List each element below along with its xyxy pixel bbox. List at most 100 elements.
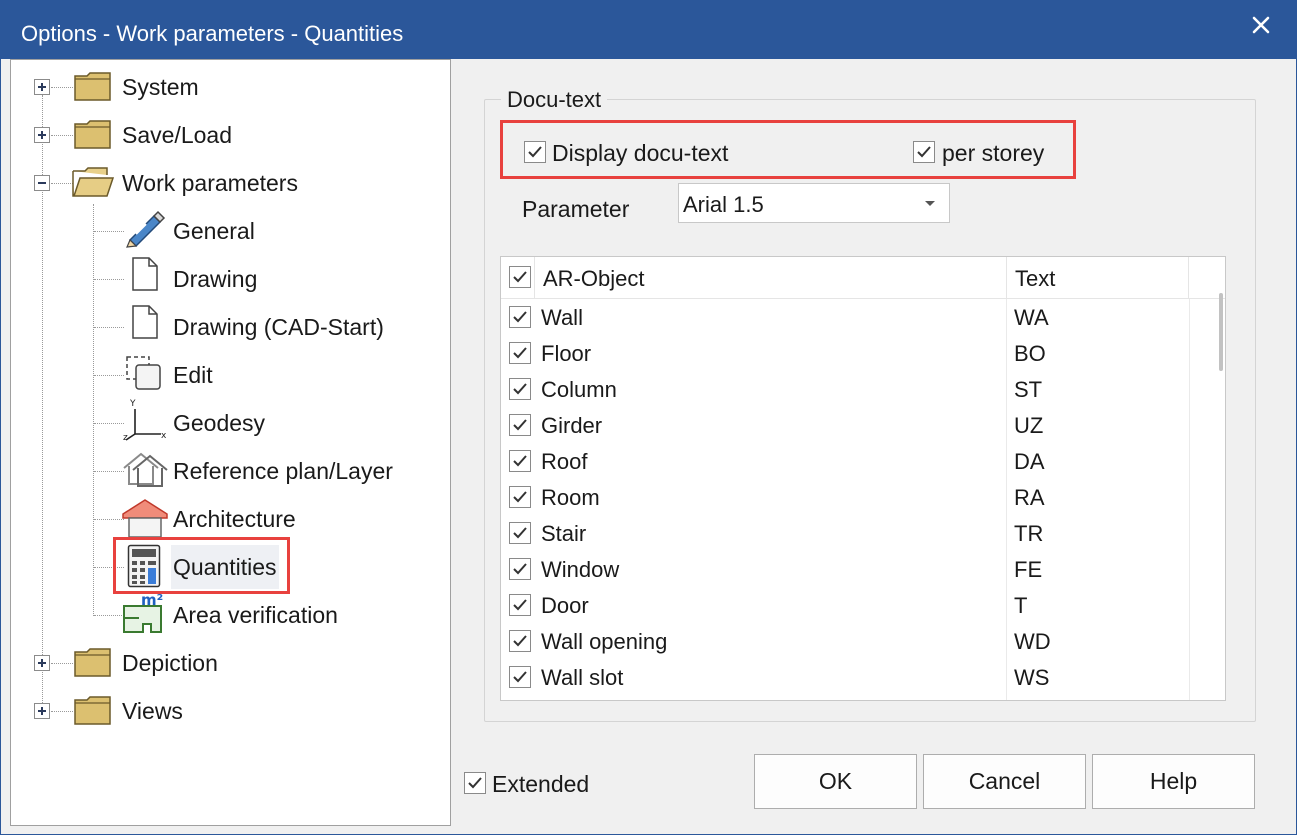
table-row[interactable]: Window FE — [501, 553, 1191, 589]
checkmark-icon — [468, 777, 482, 789]
document-icon — [132, 257, 158, 291]
tree-item-label: Drawing (CAD-Start) — [173, 313, 384, 340]
cancel-button[interactable]: Cancel — [923, 754, 1086, 809]
tree-item-label: Reference plan/Layer — [173, 457, 393, 484]
expand-depiction-toggle[interactable] — [34, 655, 50, 671]
reference-house-icon — [123, 452, 168, 487]
ar-object-cell: Door — [541, 593, 589, 618]
table-row[interactable]: Stair TR — [501, 517, 1191, 553]
close-button[interactable] — [1224, 1, 1297, 49]
list-header: AR-Object Text — [501, 257, 1225, 299]
ar-object-cell: Window — [541, 557, 620, 582]
row-checkbox[interactable] — [509, 522, 531, 544]
row-checkbox[interactable] — [509, 486, 531, 508]
tree-item-geodesy[interactable]: Geodesy — [171, 401, 267, 445]
close-icon — [1252, 16, 1270, 34]
area-m2-icon: m² — [123, 591, 163, 633]
row-checkbox[interactable] — [509, 378, 531, 400]
tree-item-save-load[interactable]: Save/Load — [120, 113, 234, 157]
table-row[interactable]: Column ST — [501, 373, 1191, 409]
expand-save-load-toggle[interactable] — [34, 127, 50, 143]
ar-object-list[interactable]: AR-Object Text Wall WA Floor BO Column ST Gird… — [500, 256, 1226, 701]
expand-system-toggle[interactable] — [34, 79, 50, 95]
expand-views-toggle[interactable] — [34, 703, 50, 719]
row-checkbox[interactable] — [509, 630, 531, 652]
table-row[interactable]: Roof DA — [501, 445, 1191, 481]
table-row[interactable]: Room RA — [501, 481, 1191, 517]
table-row[interactable]: Wall WA — [501, 301, 1191, 337]
row-checkbox[interactable] — [509, 666, 531, 688]
table-row[interactable]: Door T — [501, 589, 1191, 625]
table-row[interactable]: Floor BO — [501, 337, 1191, 373]
text-cell[interactable]: DA — [1014, 449, 1045, 475]
tree-item-depiction[interactable]: Depiction — [120, 641, 220, 685]
row-checkbox[interactable] — [509, 594, 531, 616]
tree-item-label: General — [173, 217, 255, 244]
ar-object-column-header[interactable]: AR-Object — [535, 257, 1007, 299]
window-title: Options - Work parameters - Quantities — [21, 21, 404, 46]
row-checkbox[interactable] — [509, 450, 531, 472]
tree-item-reference-plan-layer[interactable]: Reference plan/Layer — [171, 449, 395, 493]
text-cell[interactable]: WA — [1014, 305, 1049, 331]
checkmark-icon — [513, 635, 527, 647]
help-button[interactable]: Help — [1092, 754, 1255, 809]
ar-object-cell: Stair — [541, 521, 587, 546]
checkmark-icon — [513, 599, 527, 611]
text-column-header[interactable]: Text — [1007, 257, 1189, 299]
tree-item-label: System — [122, 73, 199, 100]
text-cell[interactable]: WS — [1014, 665, 1049, 691]
tree-item-label: Depiction — [122, 649, 218, 676]
text-cell[interactable]: RA — [1014, 485, 1045, 511]
tree-item-architecture[interactable]: Architecture — [171, 497, 298, 541]
text-cell[interactable]: BO — [1014, 341, 1046, 367]
folder-icon — [74, 120, 111, 149]
document-icon — [132, 305, 158, 339]
extended-label[interactable]: Extended — [492, 771, 589, 798]
quantities-highlight-frame — [113, 537, 290, 594]
ar-object-cell: Column — [541, 377, 617, 402]
row-checkbox[interactable] — [509, 558, 531, 580]
options-tree[interactable]: System Save/Load Work parameters General… — [10, 59, 451, 826]
row-checkbox[interactable] — [509, 306, 531, 328]
text-cell[interactable]: FE — [1014, 557, 1042, 583]
ar-object-cell: Roof — [541, 449, 588, 474]
tree-item-label: Geodesy — [173, 409, 266, 436]
text-cell[interactable]: TR — [1014, 521, 1043, 547]
checkmark-icon — [513, 347, 527, 359]
axes-icon: Y z x — [123, 399, 167, 442]
text-cell[interactable]: WD — [1014, 629, 1051, 655]
options-dialog: Options - Work parameters - Quantities S… — [0, 0, 1297, 835]
tree-item-label: Edit — [173, 361, 213, 388]
svg-text:Y: Y — [129, 399, 136, 409]
ar-object-cell: Room — [541, 485, 600, 510]
tree-item-general[interactable]: General — [171, 209, 257, 253]
checkmark-icon — [513, 455, 527, 467]
extended-checkbox[interactable] — [464, 772, 486, 794]
table-row[interactable]: Wall opening WD — [501, 625, 1191, 661]
ok-button[interactable]: OK — [754, 754, 917, 809]
table-row[interactable]: Wall slot WS — [501, 661, 1191, 697]
parameter-dropdown[interactable]: Arial 1.5 — [678, 183, 950, 223]
table-row[interactable]: Girder UZ — [501, 409, 1191, 445]
row-checkbox[interactable] — [509, 414, 531, 436]
tree-item-drawing-cad-start[interactable]: Drawing (CAD-Start) — [171, 305, 386, 349]
folder-open-icon — [72, 167, 115, 197]
tree-item-label: Drawing — [173, 265, 258, 292]
parameter-label: Parameter — [522, 196, 630, 222]
text-cell[interactable]: T — [1014, 593, 1027, 619]
tree-item-area-verification[interactable]: Area verification — [171, 593, 340, 637]
ar-object-cell: Wall opening — [541, 629, 668, 654]
text-cell[interactable]: UZ — [1014, 413, 1043, 439]
tree-item-drawing[interactable]: Drawing — [171, 257, 259, 301]
row-checkbox[interactable] — [509, 342, 531, 364]
collapse-work-parameters-toggle[interactable] — [34, 175, 50, 191]
text-cell[interactable]: ST — [1014, 377, 1042, 403]
tree-item-work-parameters[interactable]: Work parameters — [120, 161, 300, 205]
tree-item-edit[interactable]: Edit — [171, 353, 215, 397]
checkmark-icon — [513, 419, 527, 431]
tree-item-system[interactable]: System — [120, 65, 201, 109]
svg-text:x: x — [161, 431, 167, 441]
parameter-dropdown-value: Arial 1.5 — [683, 192, 764, 217]
tree-item-views[interactable]: Views — [120, 689, 185, 733]
list-scrollbar[interactable] — [1219, 293, 1223, 371]
